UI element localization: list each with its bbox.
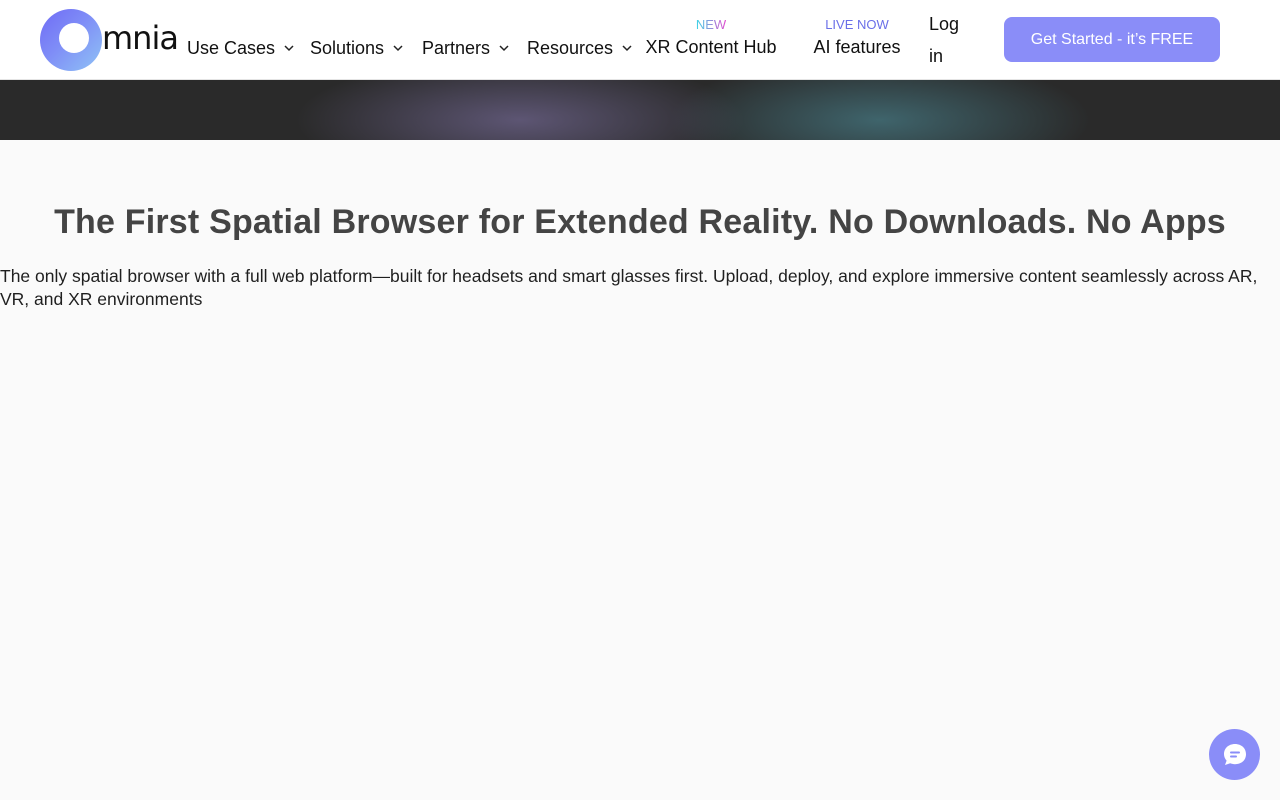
hero-banner — [0, 80, 1280, 140]
nav-use-cases[interactable]: Use Cases — [187, 36, 295, 60]
chevron-down-icon — [284, 45, 294, 52]
get-started-button[interactable]: Get Started - it’s FREE — [1004, 17, 1220, 62]
nav-ai-features-label: AI features — [813, 37, 901, 57]
logo-text: mnia — [102, 19, 179, 57]
nav-solutions[interactable]: Solutions — [310, 36, 404, 60]
chat-launcher-button[interactable] — [1209, 729, 1260, 780]
chevron-down-icon — [499, 45, 509, 52]
page-title: The First Spatial Browser for Extended R… — [54, 203, 1226, 241]
chat-bubble-icon — [1223, 743, 1246, 765]
nav-partners-label: Partners — [422, 37, 491, 58]
nav-ai-features[interactable]: LIVE NOW AI features — [813, 17, 901, 58]
nav-xr-content-hub-label: XR Content Hub — [645, 37, 777, 57]
live-now-badge: LIVE NOW — [825, 17, 889, 32]
page-subtitle: The only spatial browser with a full web… — [0, 266, 1258, 309]
nav-xr-content-hub[interactable]: NEW XR Content Hub — [645, 17, 777, 58]
nav-partners[interactable]: Partners — [422, 36, 510, 60]
nav-use-cases-label: Use Cases — [187, 37, 276, 58]
chevron-down-icon — [622, 45, 632, 52]
nav-resources-label: Resources — [527, 37, 614, 58]
nav-solutions-label: Solutions — [310, 37, 385, 58]
logo-ring-icon — [40, 9, 102, 71]
new-badge: NEW — [695, 17, 727, 32]
login-link[interactable]: Log in — [929, 8, 969, 72]
omnia-logo[interactable]: mnia — [40, 9, 180, 71]
nav-resources[interactable]: Resources — [527, 36, 633, 60]
site-header: mnia Use Cases Solutions Partners Resour… — [0, 0, 1280, 80]
chevron-down-icon — [393, 45, 403, 52]
